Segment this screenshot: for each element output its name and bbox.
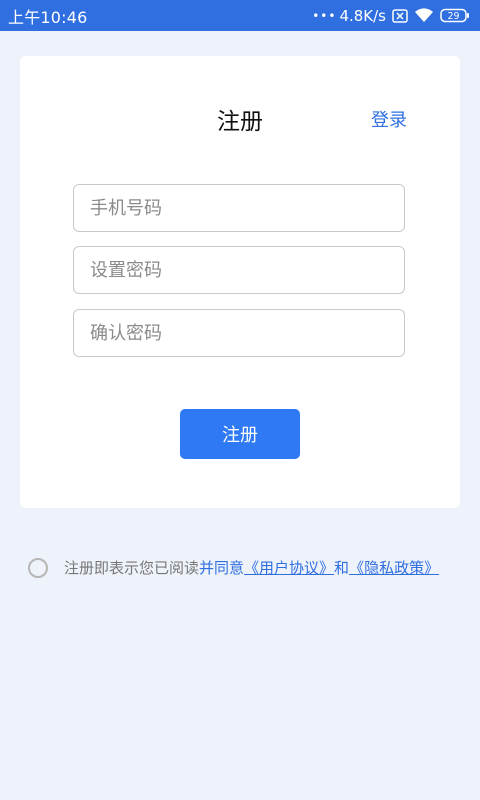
network-speed: 4.8K/s bbox=[339, 6, 386, 25]
login-link[interactable]: 登录 bbox=[371, 106, 407, 132]
password-input[interactable] bbox=[88, 258, 390, 282]
phone-field-box bbox=[73, 184, 405, 232]
password-field-box bbox=[73, 246, 405, 294]
register-card: 注册 登录 注册 bbox=[20, 56, 460, 508]
battery-icon: 29 bbox=[440, 8, 470, 23]
wifi-icon bbox=[414, 8, 434, 23]
agreement-connector-and: 和 bbox=[334, 559, 350, 577]
agreement-connector-agree: 并同意 bbox=[199, 559, 245, 577]
agreement-prefix: 注册即表示您已阅读 bbox=[64, 559, 200, 577]
user-agreement-link[interactable]: 《用户协议》 bbox=[244, 557, 334, 578]
phone-input[interactable] bbox=[88, 196, 390, 220]
status-time: 上午10:46 bbox=[8, 7, 88, 27]
battery-level: 29 bbox=[447, 11, 459, 22]
agreement-row: 注册即表示您已阅读 并同意 《用户协议》和《隐私政策》 bbox=[28, 557, 439, 578]
sim-x-icon bbox=[392, 8, 408, 23]
status-indicators: ••• 4.8K/s 29 bbox=[312, 7, 470, 25]
status-bar: 上午10:46 ••• 4.8K/s 29 bbox=[0, 0, 480, 31]
confirm-password-field-box bbox=[73, 309, 405, 357]
status-dots: ••• bbox=[312, 8, 337, 23]
confirm-password-input[interactable] bbox=[88, 321, 390, 345]
register-button[interactable]: 注册 bbox=[180, 409, 300, 459]
agree-radio[interactable] bbox=[28, 557, 48, 578]
privacy-policy-link[interactable]: 《隐私政策》 bbox=[349, 557, 439, 578]
